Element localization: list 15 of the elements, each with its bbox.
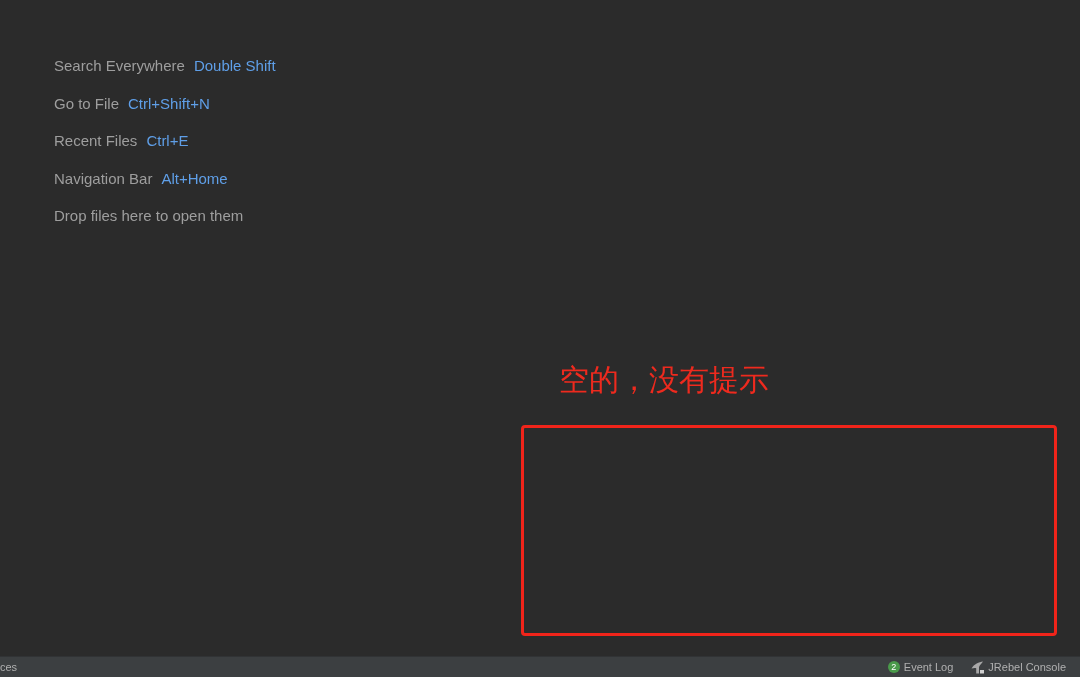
annotation-text: 空的，没有提示 [559, 361, 769, 398]
hint-label: Search Everywhere [54, 57, 185, 75]
tool-window-tab[interactable]: ces [0, 658, 20, 676]
shortcut-text: Alt+Home [161, 169, 228, 187]
hint-label: Recent Files [54, 132, 138, 150]
shortcut-text: Double Shift [193, 57, 276, 75]
tool-window-button[interactable]: 2 Event Log [887, 658, 954, 676]
shortcut-text: Ctrl+E [146, 132, 189, 150]
wing-icon [971, 660, 985, 674]
count-badge: 2 [887, 661, 900, 673]
shortcut-text: Ctrl+Shift+N [128, 94, 210, 112]
hint-label: Drop files here to open them [54, 207, 244, 225]
tool-window-button[interactable]: JRebel Console [971, 658, 1066, 676]
hint-label: Navigation Bar [54, 169, 153, 187]
hint-label: Go to File [54, 94, 120, 112]
